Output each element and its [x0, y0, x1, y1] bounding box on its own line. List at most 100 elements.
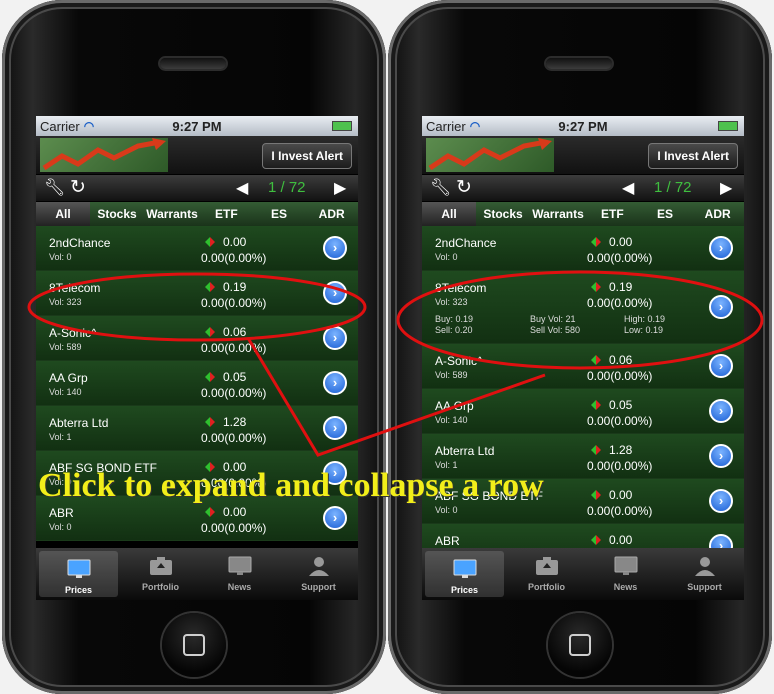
tabbar-label: Support [687, 582, 722, 592]
tabbar-prices[interactable]: Prices [425, 551, 504, 597]
up-down-arrows-icon [591, 237, 601, 247]
tab-es[interactable]: ES [253, 202, 306, 226]
stock-volume: Vol: 323 [435, 297, 468, 307]
stock-change: 0.00(0.00%) [201, 521, 267, 535]
tabbar-label: Prices [64, 585, 93, 595]
chevron-right-circle-icon[interactable]: › [323, 326, 347, 350]
up-down-arrows-icon [591, 535, 601, 545]
list-item[interactable]: ABR Vol: 0 0.00 0.00(0.00%) › [422, 524, 744, 548]
wrench-icon[interactable]: 🔧︎ [44, 178, 66, 198]
stock-name: 8Telecom [435, 281, 487, 295]
speaker-grille [546, 58, 612, 69]
list-item[interactable]: 8Telecom Vol: 323 0.19 0.00(0.00%) › [36, 271, 358, 316]
home-button[interactable] [162, 613, 226, 677]
toolbar: 🔧︎ ↻ ◀ 1 / 72 ▶ [422, 175, 744, 201]
stock-volume: Vol: 0 [49, 252, 72, 262]
stock-name: A-Sonic^ [49, 326, 97, 340]
stock-price: 0.00 [609, 488, 633, 502]
chevron-right-circle-icon[interactable]: › [709, 354, 733, 378]
stock-name: AA Grp [49, 371, 88, 385]
tab-stocks[interactable]: Stocks [90, 202, 144, 226]
up-down-arrows-icon [591, 282, 601, 292]
up-down-arrows-icon [205, 507, 215, 517]
app-banner: I Invest Alert [36, 136, 358, 175]
tabbar-news[interactable]: News [586, 548, 665, 600]
buy-sell-detail: Buy: 0.19 Sell: 0.20 [435, 314, 473, 336]
tabbar-portfolio[interactable]: Portfolio [507, 548, 586, 600]
toolbar: 🔧︎ ↻ ◀ 1 / 72 ▶ [36, 175, 358, 201]
tab-adr[interactable]: ADR [305, 202, 358, 226]
chevron-right-circle-icon[interactable]: › [709, 534, 733, 548]
volume-detail: Buy Vol: 21 Sell Vol: 580 [530, 314, 580, 336]
app-banner: I Invest Alert [422, 136, 744, 175]
sell-value: Sell: 0.20 [435, 325, 473, 335]
stock-price: 0.05 [223, 370, 247, 384]
list-item[interactable]: A-Sonic^ Vol: 589 0.06 0.00(0.00%) › [422, 344, 744, 389]
tab-stocks[interactable]: Stocks [476, 202, 530, 226]
list-item[interactable]: 2ndChance Vol: 0 0.00 0.00(0.00%) › [422, 226, 744, 271]
refresh-icon[interactable]: ↻ [70, 176, 86, 199]
tabbar-support[interactable]: Support [279, 548, 358, 600]
briefcase-icon [535, 557, 558, 575]
home-button[interactable] [548, 613, 612, 677]
stock-change: 0.00(0.00%) [201, 386, 267, 400]
tab-all[interactable]: All [36, 202, 90, 226]
tab-warrants[interactable]: Warrants [530, 202, 586, 226]
stock-volume: Vol: 0 [435, 505, 458, 515]
invest-alert-button[interactable]: I Invest Alert [648, 143, 738, 169]
status-bar: Carrier ◠ 9:27 PM [36, 116, 358, 136]
list-item[interactable]: 8Telecom Vol: 323 0.19 0.00(0.00%) Buy: … [422, 271, 744, 344]
tab-all[interactable]: All [422, 202, 476, 226]
buy-value: Buy: 0.19 [435, 314, 474, 324]
refresh-icon[interactable]: ↻ [456, 176, 472, 199]
triangle-right-icon[interactable]: ▶ [720, 178, 732, 198]
tab-es[interactable]: ES [639, 202, 692, 226]
tabbar-label: News [227, 582, 252, 592]
high-value: High: 0.19 [624, 314, 666, 324]
invest-alert-button[interactable]: I Invest Alert [262, 143, 352, 169]
chevron-right-circle-icon[interactable]: › [323, 281, 347, 305]
list-item[interactable]: A-Sonic^ Vol: 589 0.06 0.00(0.00%) › [36, 316, 358, 361]
tabbar-support[interactable]: Support [665, 548, 744, 600]
page-indicator: 1 / 72 [654, 179, 692, 196]
list-item[interactable]: AA Grp Vol: 140 0.05 0.00(0.00%) › [422, 389, 744, 434]
tab-adr[interactable]: ADR [691, 202, 744, 226]
stock-volume: Vol: 0 [49, 522, 72, 532]
up-down-arrows-icon [205, 372, 215, 382]
chevron-right-circle-icon[interactable]: › [709, 399, 733, 423]
tabbar-portfolio[interactable]: Portfolio [121, 548, 200, 600]
triangle-left-icon[interactable]: ◀ [622, 178, 634, 198]
stock-price: 0.19 [609, 280, 633, 294]
tab-etf[interactable]: ETF [586, 202, 639, 226]
stock-change: 0.00(0.00%) [587, 296, 653, 310]
stock-volume: Vol: 323 [49, 297, 82, 307]
up-down-arrows-icon [205, 282, 215, 292]
chevron-right-circle-icon[interactable]: › [709, 236, 733, 260]
stock-name: ABR [49, 506, 74, 520]
wrench-icon[interactable]: 🔧︎ [430, 178, 452, 198]
list-item[interactable]: Abterra Ltd Vol: 1 1.28 0.00(0.00%) › [36, 406, 358, 451]
stock-price: 1.28 [609, 443, 633, 457]
chevron-right-circle-icon[interactable]: › [323, 506, 347, 530]
chevron-right-circle-icon[interactable]: › [323, 416, 347, 440]
list-item[interactable]: AA Grp Vol: 140 0.05 0.00(0.00%) › [36, 361, 358, 406]
buy-vol-value: Buy Vol: 21 [530, 314, 576, 324]
up-down-arrows-icon [591, 445, 601, 455]
triangle-left-icon[interactable]: ◀ [236, 178, 248, 198]
stock-change: 0.00(0.00%) [587, 251, 653, 265]
chevron-right-circle-icon[interactable]: › [709, 489, 733, 513]
list-item[interactable]: 2ndChance Vol: 0 0.00 0.00(0.00%) › [36, 226, 358, 271]
chevron-right-circle-icon[interactable]: › [323, 236, 347, 260]
triangle-right-icon[interactable]: ▶ [334, 178, 346, 198]
tabbar-label: Prices [450, 585, 479, 595]
category-tabs: All Stocks Warrants ETF ES ADR [422, 201, 744, 227]
tabbar-news[interactable]: News [200, 548, 279, 600]
tab-warrants[interactable]: Warrants [144, 202, 200, 226]
chevron-right-circle-icon[interactable]: › [709, 295, 733, 319]
tab-bar: Prices Portfolio News Support [36, 548, 358, 600]
tab-etf[interactable]: ETF [200, 202, 253, 226]
chevron-right-circle-icon[interactable]: › [323, 371, 347, 395]
chevron-right-circle-icon[interactable]: › [709, 444, 733, 468]
stock-change: 0.00(0.00%) [587, 504, 653, 518]
tabbar-prices[interactable]: Prices [39, 551, 118, 597]
